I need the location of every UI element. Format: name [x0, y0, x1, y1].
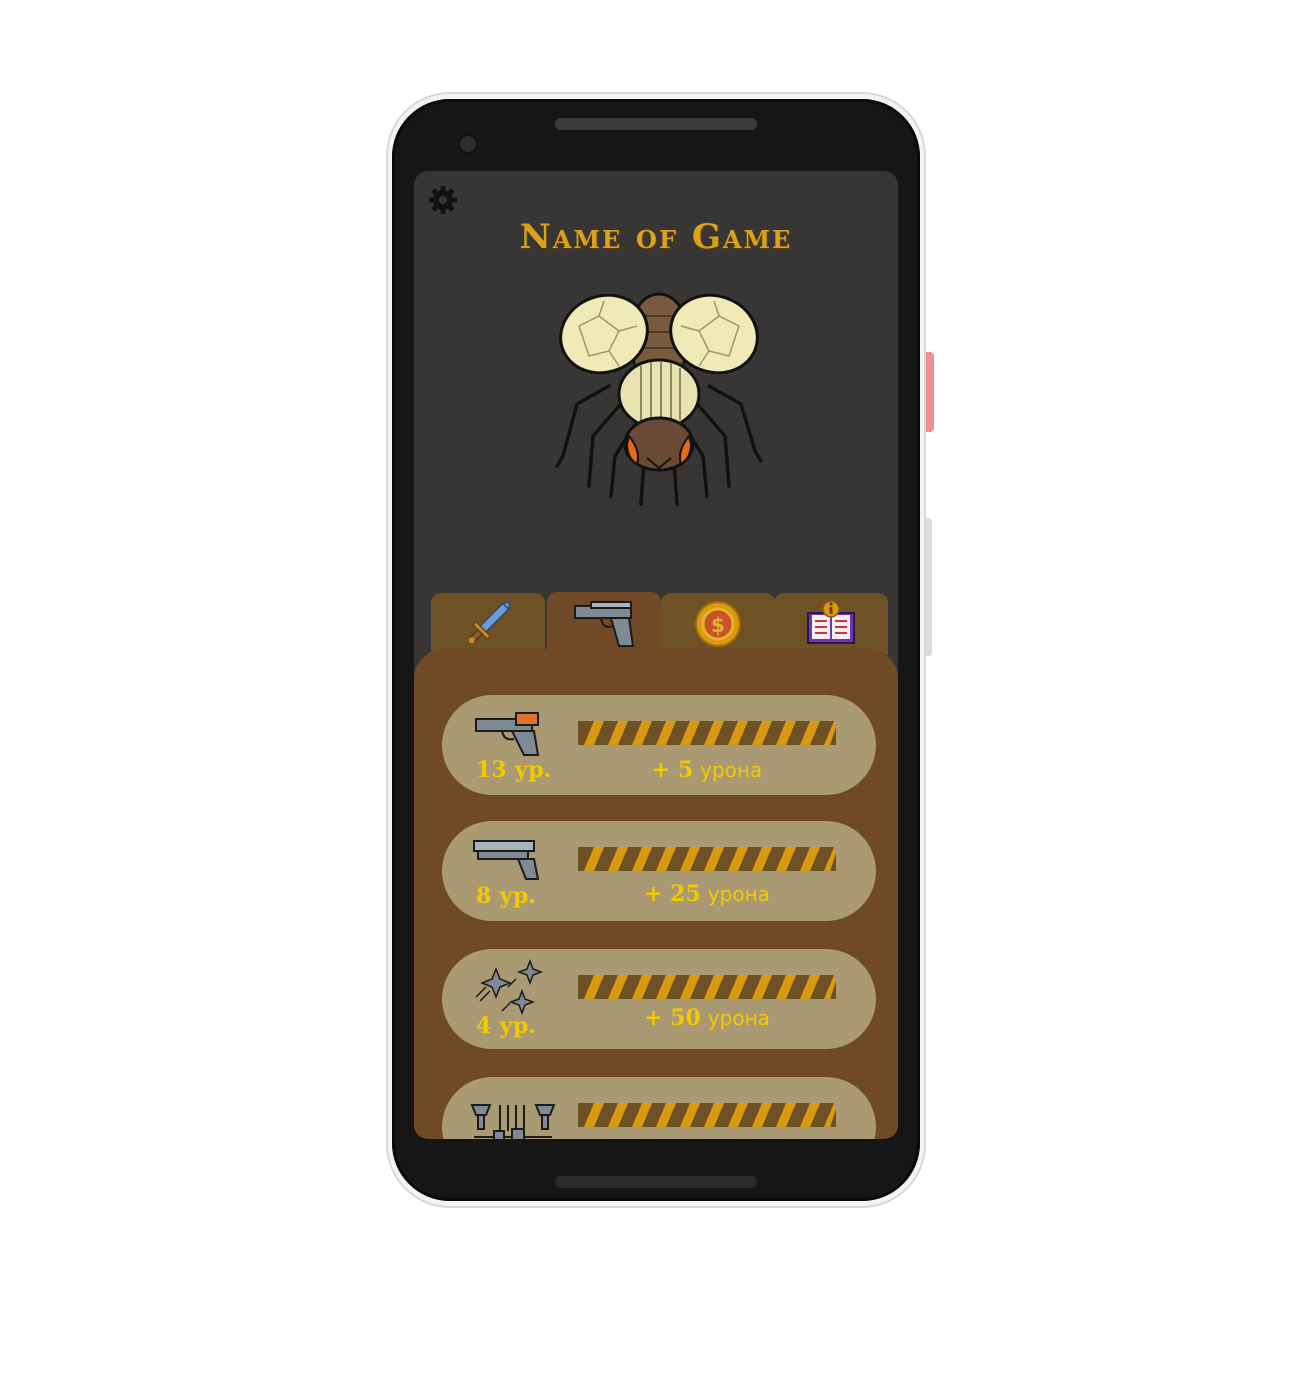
progress-bar [578, 721, 836, 745]
power-button [926, 352, 934, 432]
upgrade-level: 13 ур. [476, 757, 552, 783]
bottom-speaker [555, 1176, 757, 1188]
earpiece-speaker [555, 118, 757, 130]
upgrade-card[interactable] [442, 1077, 876, 1139]
upgrade-card[interactable]: 8 ур. + 25 урона [442, 821, 876, 921]
volume-button [926, 518, 932, 656]
blaster-icon [475, 712, 540, 756]
upgrade-bonus: + 25 урона [578, 881, 836, 907]
bonus-unit: урона [707, 882, 770, 906]
upgrade-level: 4 ур. [476, 1013, 537, 1039]
game-screen: Name of Game $ 13 ур. + 5 урона 8 ур. + … [414, 171, 898, 1139]
fly-enemy-icon[interactable] [549, 286, 769, 511]
progress-bar [578, 1103, 836, 1127]
upgrades-panel: 13 ур. + 5 урона 8 ур. + 25 урона 4 ур. … [414, 649, 898, 1139]
bonus-unit: урона [707, 1006, 770, 1030]
upgrade-card[interactable]: 4 ур. + 50 урона [442, 949, 876, 1049]
tab-shop[interactable]: $ [661, 593, 775, 655]
gear-icon[interactable] [428, 185, 458, 215]
pistol-icon [574, 601, 635, 647]
svg-text:$: $ [711, 613, 725, 637]
progress-bar [578, 975, 836, 999]
front-camera-icon [458, 134, 478, 154]
tab-info[interactable] [774, 593, 888, 655]
tab-firearms[interactable] [547, 592, 661, 654]
upgrade-level: 8 ур. [476, 883, 537, 909]
game-title: Name of Game [519, 217, 793, 257]
sword-icon [468, 601, 511, 644]
upgrade-bonus: + 50 урона [578, 1005, 836, 1031]
coin-icon: $ [695, 601, 741, 647]
bonus-value: + 50 [644, 1005, 701, 1031]
bonus-value: + 25 [644, 881, 701, 907]
bomb-rain-icon [470, 1104, 556, 1139]
bonus-value: + 5 [651, 757, 694, 783]
shotgun-icon [473, 840, 540, 880]
upgrade-bonus: + 5 урона [578, 757, 836, 783]
upgrade-card[interactable]: 13 ур. + 5 урона [442, 695, 876, 795]
tab-melee[interactable] [431, 593, 545, 655]
info-book-icon [807, 600, 855, 644]
progress-bar [578, 847, 836, 871]
shuriken-icon [475, 958, 544, 1016]
bonus-unit: урона [700, 758, 763, 782]
